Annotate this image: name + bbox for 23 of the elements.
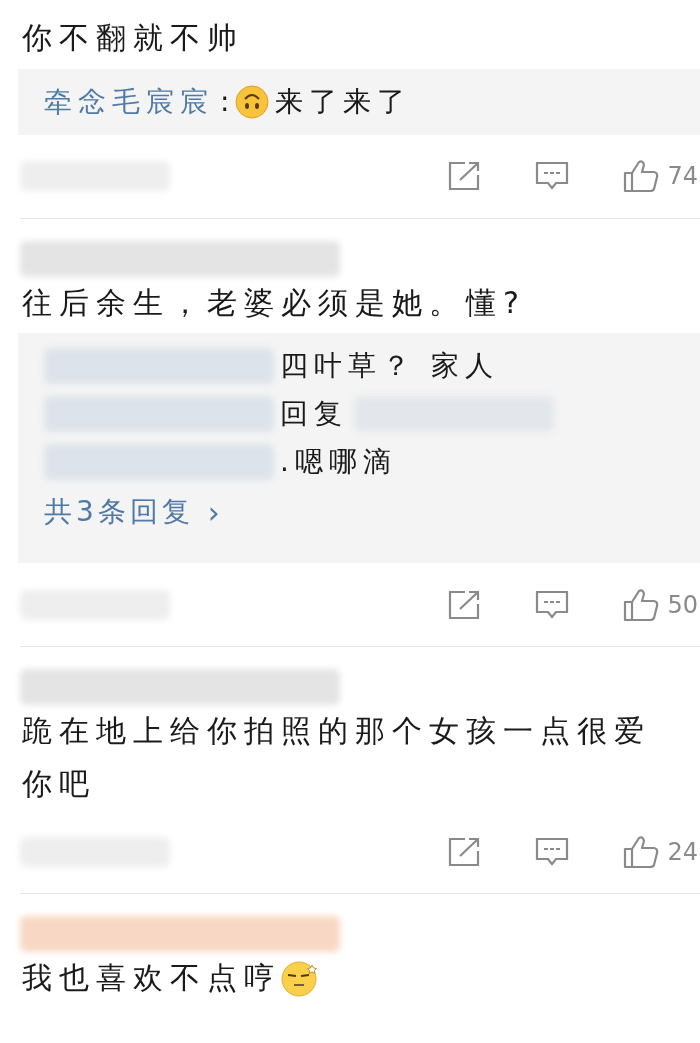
like-count: 24	[667, 836, 698, 868]
like-count: 50	[667, 589, 698, 621]
like-icon[interactable]	[623, 834, 660, 869]
like-icon[interactable]	[623, 587, 660, 622]
share-icon[interactable]	[447, 589, 482, 620]
reply-text: 回复	[280, 396, 348, 432]
reply-text: 来了来了	[275, 83, 412, 120]
like-icon[interactable]	[623, 159, 660, 193]
reply-author[interactable]: 牵念毛宸宸	[44, 80, 214, 123]
like-count: 74	[667, 161, 698, 192]
comment-icon[interactable]	[535, 589, 570, 620]
share-icon[interactable]	[447, 836, 482, 867]
reply-text: .嗯哪滴	[280, 444, 397, 480]
more-replies-link[interactable]: 共3条回复 ›	[44, 487, 674, 537]
comment-text: 我也喜欢不点哼	[22, 959, 281, 997]
comment-icon[interactable]	[535, 161, 570, 191]
comment-icon[interactable]	[535, 836, 570, 867]
share-icon[interactable]	[447, 161, 482, 191]
colon: :	[220, 83, 230, 120]
comment-text: 跪在地上给你拍照的那个女孩一点很爱你吧	[22, 712, 652, 803]
reply-text: 四叶草？ 家人	[280, 348, 499, 384]
comment-text: 你不翻就不帅	[22, 19, 244, 57]
comment-text: 往后余生，老婆必须是她。懂?	[22, 283, 526, 322]
